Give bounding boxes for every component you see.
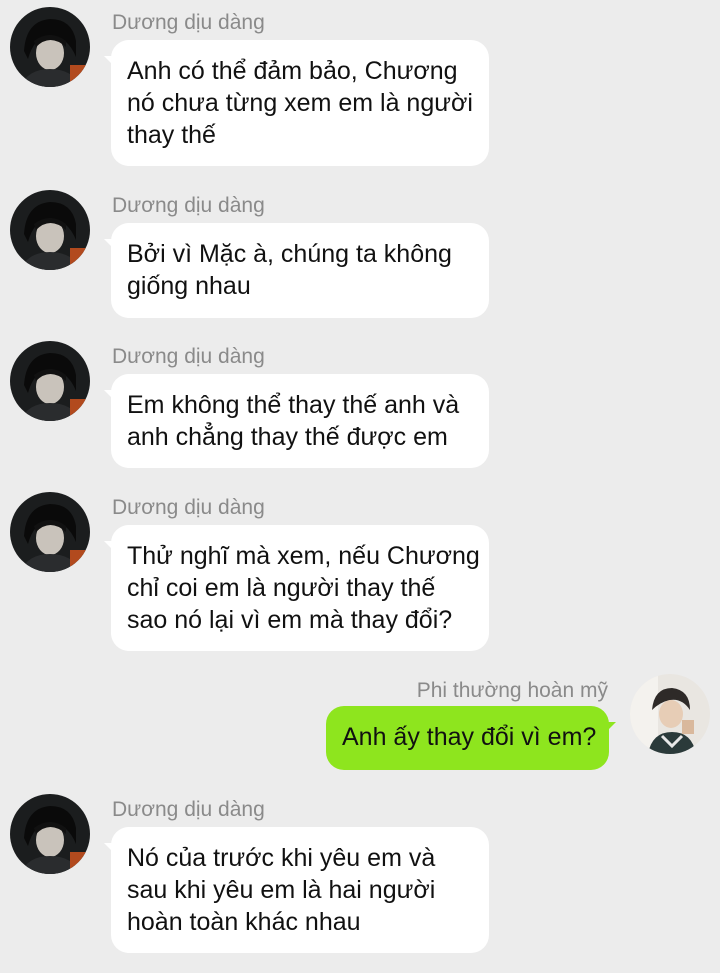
avatar-photo-icon [10, 190, 90, 270]
sender-avatar[interactable] [10, 190, 90, 270]
avatar-photo-icon [10, 341, 90, 421]
message-bubble[interactable]: Nó của trước khi yêu em và sau khi yêu e… [111, 827, 489, 953]
sender-avatar[interactable] [10, 492, 90, 572]
message-text: anh chẳng thay thế được em [127, 423, 448, 451]
message-bubble[interactable]: Bởi vì Mặc à, chúng ta không giống nhau [111, 223, 489, 318]
sender-name: Dương dịu dàng [112, 345, 265, 368]
sender-name: Dương dịu dàng [112, 11, 265, 34]
sender-avatar[interactable] [630, 674, 710, 754]
sender-avatar[interactable] [10, 794, 90, 874]
message-text: thay thế [127, 121, 216, 149]
sender-name: Dương dịu dàng [112, 496, 265, 519]
sender-name: Dương dịu dàng [112, 798, 265, 821]
message-bubble[interactable]: Anh có thể đảm bảo, Chương nó chưa từng … [111, 40, 489, 166]
message-text: hoàn toàn khác nhau [127, 908, 361, 936]
message-text: Thử nghĩ mà xem, nếu Chương [127, 542, 480, 570]
message-text: Em không thể thay thế anh và [127, 391, 460, 419]
message-text: Anh ấy thay đổi vì em? [342, 723, 597, 751]
message-text: sao nó lại vì em mà thay đổi? [127, 606, 453, 634]
message-text: chỉ coi em là người thay thế [127, 574, 436, 602]
message-bubble[interactable]: Anh ấy thay đổi vì em? [326, 706, 609, 770]
sender-avatar[interactable] [10, 7, 90, 87]
avatar-photo-icon [10, 794, 90, 874]
message-text: nó chưa từng xem em là người [127, 89, 473, 117]
avatar-photo-icon [10, 492, 90, 572]
message-bubble[interactable]: Em không thể thay thế anh và anh chẳng t… [111, 374, 489, 468]
sender-name: Phi thường hoàn mỹ [416, 679, 608, 702]
message-bubble[interactable]: Thử nghĩ mà xem, nếu Chương chỉ coi em l… [111, 525, 489, 651]
sender-name: Dương dịu dàng [112, 194, 265, 217]
message-text: sau khi yêu em là hai người [127, 876, 436, 904]
message-text: Nó của trước khi yêu em và [127, 844, 436, 872]
avatar-photo-icon [630, 674, 710, 754]
sender-avatar[interactable] [10, 341, 90, 421]
message-text: Anh có thể đảm bảo, Chương [127, 57, 458, 85]
avatar-photo-icon [10, 7, 90, 87]
message-text: giống nhau [127, 272, 251, 300]
message-text: Bởi vì Mặc à, chúng ta không [127, 240, 452, 268]
